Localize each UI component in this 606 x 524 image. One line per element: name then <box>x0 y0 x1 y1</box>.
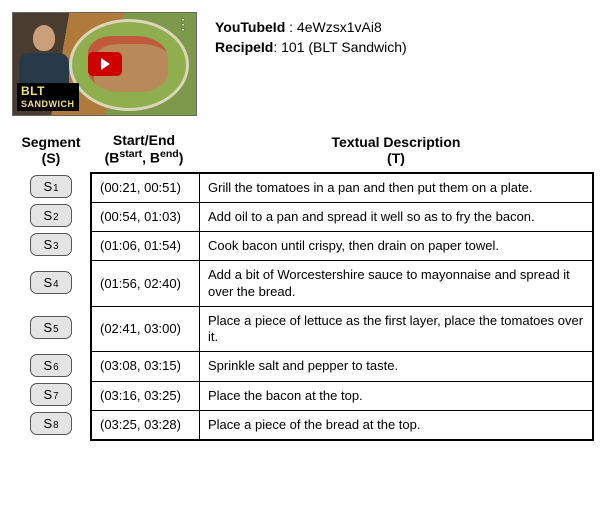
segment-slot: S3 <box>12 230 90 259</box>
column-headers: Segment (S) Start/End (Bstart, Bend) Tex… <box>12 132 594 166</box>
segment-column: S1 S2 S3 S4 S5 S6 S7 S8 <box>12 172 90 442</box>
segment-slot: S5 <box>12 305 90 351</box>
cell-description: Place a piece of the bread at the top. <box>200 410 593 439</box>
segment-badge: S1 <box>30 175 72 198</box>
header-segment-top: Segment <box>21 134 80 150</box>
cell-startend: (03:25, 03:28) <box>92 410 200 439</box>
recipe-name: (BLT Sandwich) <box>308 39 406 55</box>
segment-badge: S8 <box>30 412 72 435</box>
segment-grid: S1 S2 S3 S4 S5 S6 S7 S8 (00:21, 00:51)Grill the… <box>12 172 594 442</box>
segment-slot: S7 <box>12 380 90 409</box>
header-segment-sub: (S) <box>14 150 88 166</box>
header-startend-top: Start/End <box>113 132 175 148</box>
thumb-line2: SANDWICH <box>21 99 75 109</box>
header-textdesc-sub: (T) <box>200 150 592 166</box>
segment-badge: S7 <box>30 383 72 406</box>
table-row: (03:25, 03:28)Place a piece of the bread… <box>92 410 593 439</box>
play-icon[interactable] <box>88 52 122 76</box>
thumb-line1: BLT <box>21 84 45 98</box>
table-row: (01:56, 02:40)Add a bit of Worcestershir… <box>92 261 593 307</box>
kebab-icon[interactable]: ⋮ <box>176 16 190 33</box>
header-segment: Segment (S) <box>12 134 90 166</box>
header-startend: Start/End (Bstart, Bend) <box>90 132 198 166</box>
table-row: (03:16, 03:25)Place the bacon at the top… <box>92 381 593 410</box>
thumbnail-caption: BLT SANDWICH <box>17 83 79 111</box>
cell-startend: (03:16, 03:25) <box>92 381 200 410</box>
cell-description: Add oil to a pan and spread it well so a… <box>200 202 593 231</box>
segment-slot: S8 <box>12 409 90 438</box>
segment-badge: S2 <box>30 204 72 227</box>
segment-badge: S4 <box>30 271 72 294</box>
table-row: (00:21, 00:51)Grill the tomatoes in a pa… <box>92 173 593 202</box>
cell-startend: (02:41, 03:00) <box>92 306 200 352</box>
cell-startend: (03:08, 03:15) <box>92 352 200 381</box>
segment-slot: S1 <box>12 172 90 201</box>
cell-description: Cook bacon until crispy, then drain on p… <box>200 232 593 261</box>
header-textdesc-top: Textual Description <box>332 134 461 150</box>
table-row: (01:06, 01:54)Cook bacon until crispy, t… <box>92 232 593 261</box>
cell-description: Place the bacon at the top. <box>200 381 593 410</box>
segment-badge: S5 <box>30 316 72 339</box>
recipe-id-value: 101 <box>281 39 304 55</box>
header-block: ⋮ BLT SANDWICH YouTubeId : 4eWzsx1vAi8 R… <box>12 12 594 116</box>
segment-badge: S3 <box>30 233 72 256</box>
recipe-id-label: RecipeId <box>215 39 273 55</box>
segment-badge: S6 <box>30 354 72 377</box>
youtube-id-label: YouTubeId <box>215 19 285 35</box>
header-startend-sub: (Bstart, Bend) <box>92 148 196 166</box>
cell-startend: (00:54, 01:03) <box>92 202 200 231</box>
youtube-id-value: 4eWzsx1vAi8 <box>297 19 382 35</box>
table-row: (02:41, 03:00)Place a piece of lettuce a… <box>92 306 593 352</box>
segment-slot: S2 <box>12 201 90 230</box>
cell-description: Add a bit of Worcestershire sauce to may… <box>200 261 593 307</box>
segment-table: (00:21, 00:51)Grill the tomatoes in a pa… <box>91 173 593 441</box>
cell-startend: (01:06, 01:54) <box>92 232 200 261</box>
meta-block: YouTubeId : 4eWzsx1vAi8 RecipeId: 101 (B… <box>215 12 407 57</box>
table-row: (00:54, 01:03)Add oil to a pan and sprea… <box>92 202 593 231</box>
header-textdesc: Textual Description (T) <box>198 134 594 166</box>
cell-description: Place a piece of lettuce as the first la… <box>200 306 593 352</box>
segment-slot: S6 <box>12 350 90 379</box>
cell-description: Grill the tomatoes in a pan and then put… <box>200 173 593 202</box>
colon: : <box>273 39 281 55</box>
cell-description: Sprinkle salt and pepper to taste. <box>200 352 593 381</box>
segment-table-wrap: (00:21, 00:51)Grill the tomatoes in a pa… <box>90 172 594 442</box>
colon: : <box>289 19 297 35</box>
segment-slot: S4 <box>12 259 90 305</box>
cell-startend: (01:56, 02:40) <box>92 261 200 307</box>
cell-startend: (00:21, 00:51) <box>92 173 200 202</box>
table-row: (03:08, 03:15)Sprinkle salt and pepper t… <box>92 352 593 381</box>
video-thumbnail[interactable]: ⋮ BLT SANDWICH <box>12 12 197 116</box>
